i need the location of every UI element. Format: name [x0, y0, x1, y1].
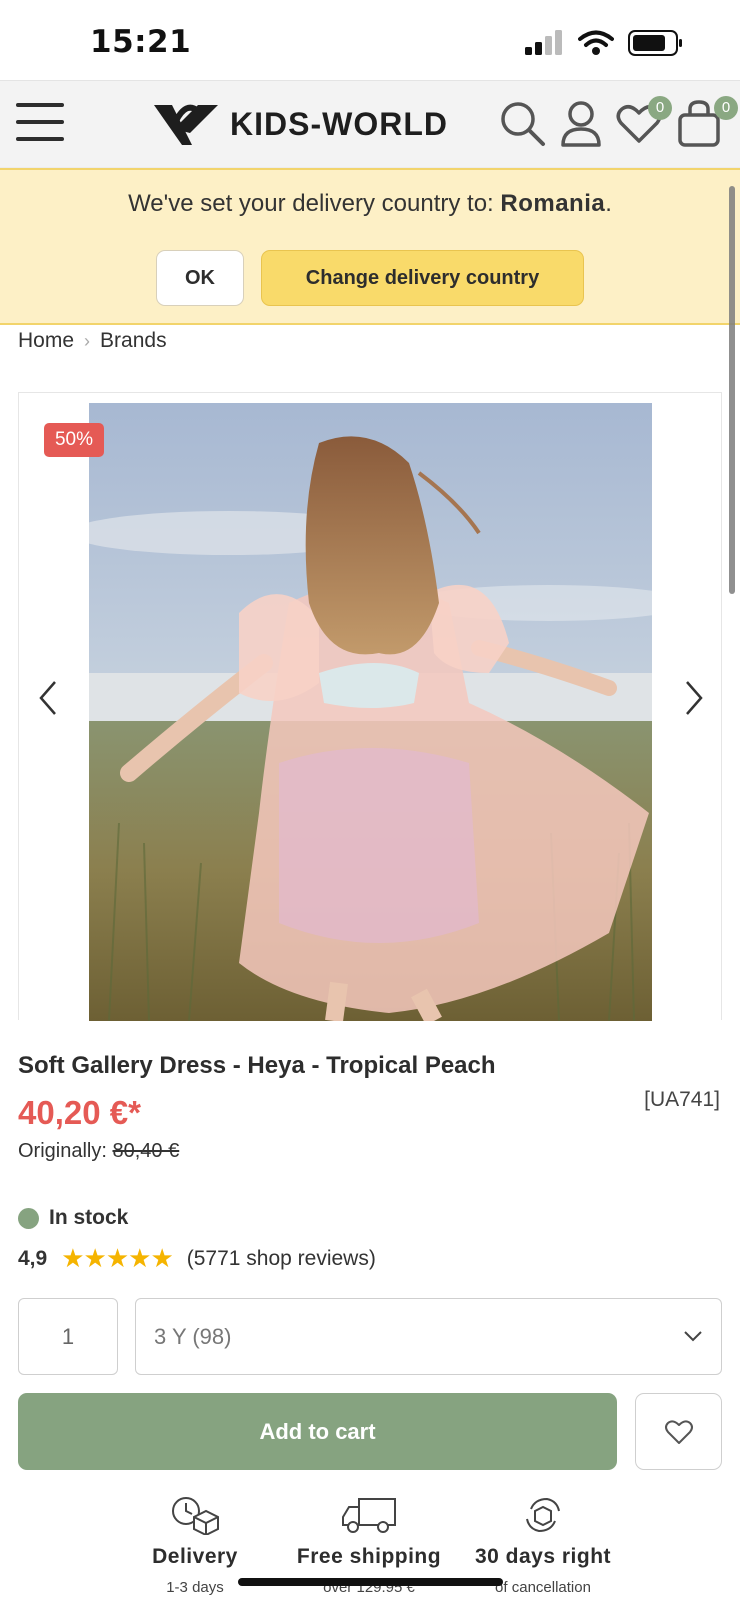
rating-score: 4,9 [18, 1246, 48, 1270]
breadcrumb-brands[interactable]: Brands [100, 329, 167, 353]
delivery-country: Romania [500, 190, 606, 217]
chevron-left-icon [39, 681, 56, 715]
account-button[interactable] [556, 99, 608, 151]
rating-stars-icon: ★★★★★ [61, 1243, 174, 1273]
wifi-icon [578, 30, 614, 55]
menu-bar [16, 103, 64, 107]
review-count[interactable]: (5771 shop reviews) [187, 1247, 376, 1271]
search-icon [501, 102, 545, 146]
sale-badge: 50% [44, 423, 104, 457]
battery-icon [628, 30, 682, 56]
previous-image-button[interactable] [33, 678, 63, 718]
home-indicator[interactable] [238, 1578, 503, 1586]
breadcrumb-separator: › [84, 330, 91, 351]
breadcrumb: Home › Brands [18, 329, 167, 353]
change-delivery-country-button[interactable]: Change delivery country [261, 250, 584, 306]
chevron-right-icon [686, 681, 703, 715]
wishlist-button[interactable]: 0 [614, 96, 672, 151]
site-header: KIDS-WORLD 0 0 [0, 80, 740, 168]
return-box-icon [526, 1497, 560, 1533]
truck-icon [342, 1498, 396, 1533]
search-button[interactable] [498, 99, 550, 151]
status-bar: 15:21 [0, 0, 740, 80]
delivery-message-suffix: . [605, 190, 612, 217]
clock-box-icon [172, 1497, 219, 1535]
delivery-message: We've set your delivery country to: Roma… [0, 190, 740, 218]
brand-name: KIDS-WORLD [230, 105, 448, 142]
delivery-message-prefix: We've set your delivery country to: [128, 190, 501, 217]
product-price: 40,20 €* [18, 1094, 141, 1131]
cart-button[interactable]: 0 [676, 96, 738, 151]
breadcrumb-home[interactable]: Home [18, 329, 74, 353]
ok-button[interactable]: OK [156, 250, 244, 306]
product-gallery: 50% [18, 392, 722, 1021]
shop-rating: 4,9 ★★★★★ (5771 shop reviews) [18, 1243, 376, 1274]
brand-logo-icon [154, 104, 218, 145]
original-price: Originally: 80,40 € [18, 1140, 179, 1163]
menu-button[interactable] [16, 103, 64, 145]
menu-bar [16, 120, 64, 124]
add-to-wishlist-button[interactable] [635, 1393, 722, 1470]
size-select-value: 3 Y (98) [154, 1324, 232, 1349]
product-image[interactable] [89, 403, 652, 1021]
brand-logo[interactable]: KIDS-WORLD [152, 99, 448, 149]
delivery-country-banner: We've set your delivery country to: Roma… [0, 168, 740, 325]
chevron-down-icon [684, 1331, 702, 1342]
cart-count-badge: 0 [714, 96, 738, 120]
feature-free-shipping-title: Free shipping [296, 1545, 442, 1568]
original-price-label: Originally: [18, 1140, 113, 1162]
page-scrollbar[interactable] [729, 186, 735, 594]
stock-label: In stock [49, 1206, 129, 1229]
user-icon [561, 101, 601, 147]
next-image-button[interactable] [679, 678, 709, 718]
quantity-input[interactable]: 1 [18, 1298, 118, 1375]
cellular-signal-icon [525, 30, 562, 55]
original-price-value: 80,40 € [112, 1140, 180, 1162]
product-sku: [UA741] [644, 1088, 720, 1111]
status-icons [524, 30, 684, 56]
heart-icon [665, 1420, 693, 1444]
feature-cancellation-title: 30 days right [474, 1545, 612, 1568]
stock-status: In stock [18, 1206, 128, 1230]
product-photo [89, 403, 652, 1021]
stock-indicator-dot [18, 1207, 39, 1229]
status-time: 15:21 [90, 24, 192, 60]
wishlist-count-badge: 0 [648, 96, 672, 120]
add-to-cart-button[interactable]: Add to cart [18, 1393, 617, 1470]
product-title: Soft Gallery Dress - Heya - Tropical Pea… [18, 1052, 496, 1079]
size-select[interactable]: 3 Y (98) [135, 1298, 722, 1375]
menu-bar [16, 137, 64, 141]
feature-delivery-title: Delivery [152, 1545, 238, 1568]
